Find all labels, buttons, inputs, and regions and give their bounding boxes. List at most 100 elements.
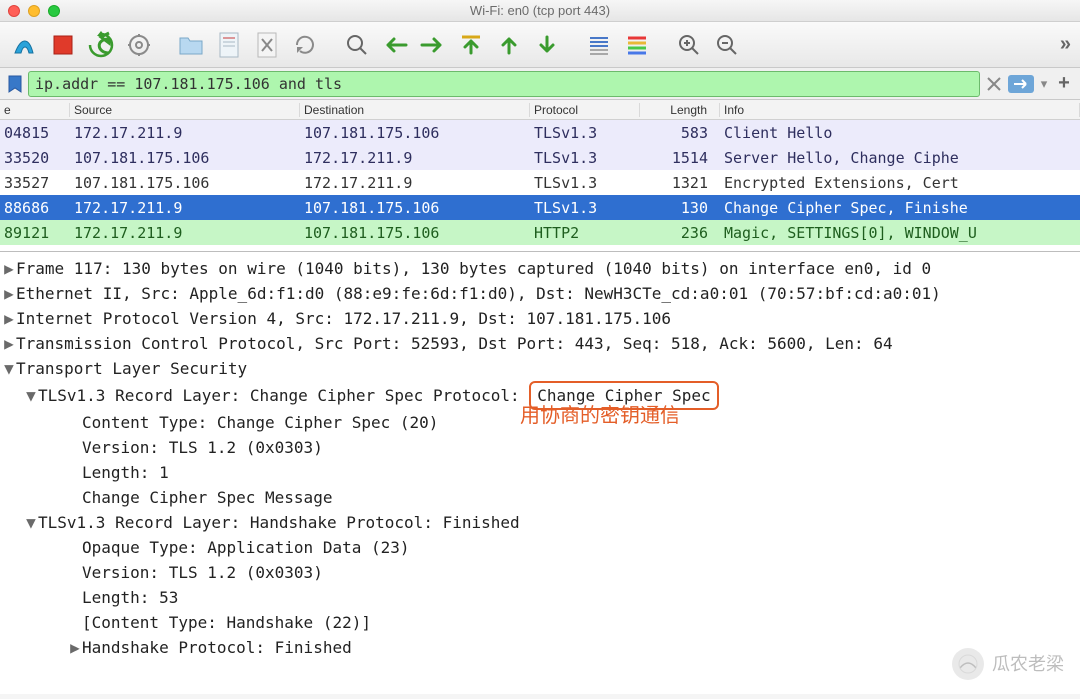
expand-down-icon[interactable]: ▼: [2, 356, 16, 381]
close-file-icon[interactable]: [250, 28, 284, 62]
reload-icon[interactable]: [288, 28, 322, 62]
cell-time: 89121: [0, 224, 70, 242]
watermark-avatar-icon: [952, 648, 984, 680]
detail-line: [Content Type: Handshake (22)]: [0, 610, 1080, 635]
col-length[interactable]: Length: [640, 103, 720, 117]
col-destination[interactable]: Destination: [300, 103, 530, 117]
zoom-out-icon[interactable]: [710, 28, 744, 62]
window-title: Wi-Fi: en0 (tcp port 443): [0, 3, 1080, 18]
detail-line[interactable]: ▼Transport Layer Security: [0, 356, 1080, 381]
detail-text: Ethernet II, Src: Apple_6d:f1:d0 (88:e9:…: [16, 281, 941, 306]
packet-list-header: e Source Destination Protocol Length Inf…: [0, 100, 1080, 120]
cell-dst: 172.17.211.9: [300, 149, 530, 167]
restart-capture-icon[interactable]: [84, 28, 118, 62]
cell-proto: TLSv1.3: [530, 174, 640, 192]
add-filter-button[interactable]: +: [1054, 72, 1074, 95]
watermark-text: 瓜农老梁: [992, 652, 1064, 677]
go-down-icon[interactable]: [530, 28, 564, 62]
expand-down-icon[interactable]: ▼: [24, 510, 38, 535]
save-file-icon[interactable]: [212, 28, 246, 62]
cell-info: Client Hello: [720, 124, 1080, 142]
open-file-icon[interactable]: [174, 28, 208, 62]
table-row[interactable]: 88686172.17.211.9107.181.175.106TLSv1.31…: [0, 195, 1080, 220]
auto-scroll-icon[interactable]: [582, 28, 616, 62]
cell-src: 172.17.211.9: [70, 224, 300, 242]
shark-fin-icon[interactable]: [8, 28, 42, 62]
detail-text: Internet Protocol Version 4, Src: 172.17…: [16, 306, 671, 331]
detail-line[interactable]: ▶Ethernet II, Src: Apple_6d:f1:d0 (88:e9…: [0, 281, 1080, 306]
detail-line[interactable]: ▶Internet Protocol Version 4, Src: 172.1…: [0, 306, 1080, 331]
cell-dst: 107.181.175.106: [300, 199, 530, 217]
detail-text: Content Type: Change Cipher Spec (20): [82, 410, 438, 435]
detail-text: Transport Layer Security: [16, 356, 247, 381]
go-up-icon[interactable]: [492, 28, 526, 62]
expand-right-icon[interactable]: ▶: [68, 635, 82, 660]
cell-len: 583: [640, 124, 720, 142]
detail-text: Version: TLS 1.2 (0x0303): [82, 435, 323, 460]
detail-text: TLSv1.3 Record Layer: Change Cipher Spec…: [38, 383, 529, 408]
table-row[interactable]: 89121172.17.211.9107.181.175.106HTTP2236…: [0, 220, 1080, 245]
cell-src: 107.181.175.106: [70, 149, 300, 167]
detail-line[interactable]: ▶Handshake Protocol: Finished: [0, 635, 1080, 660]
cell-dst: 172.17.211.9: [300, 174, 530, 192]
detail-line[interactable]: ▶Frame 117: 130 bytes on wire (1040 bits…: [0, 256, 1080, 281]
cell-src: 172.17.211.9: [70, 124, 300, 142]
table-row[interactable]: 33520107.181.175.106172.17.211.9TLSv1.31…: [0, 145, 1080, 170]
clear-filter-icon[interactable]: [984, 74, 1004, 94]
detail-line: Opaque Type: Application Data (23): [0, 535, 1080, 560]
expand-down-icon[interactable]: ▼: [24, 383, 38, 408]
table-row[interactable]: 33527107.181.175.106172.17.211.9TLSv1.31…: [0, 170, 1080, 195]
cell-proto: TLSv1.3: [530, 199, 640, 217]
col-source[interactable]: Source: [70, 103, 300, 117]
annotation-text: 用协商的密钥通信: [520, 404, 680, 429]
options-icon[interactable]: [122, 28, 156, 62]
cell-len: 1514: [640, 149, 720, 167]
detail-text: Frame 117: 130 bytes on wire (1040 bits)…: [16, 256, 931, 281]
cell-proto: HTTP2: [530, 224, 640, 242]
detail-text: Length: 1: [82, 460, 169, 485]
cell-dst: 107.181.175.106: [300, 124, 530, 142]
cell-info: Encrypted Extensions, Cert: [720, 174, 1080, 192]
detail-line: Length: 1: [0, 460, 1080, 485]
cell-src: 172.17.211.9: [70, 199, 300, 217]
toolbar-overflow-icon[interactable]: »: [1060, 33, 1072, 56]
titlebar: Wi-Fi: en0 (tcp port 443): [0, 0, 1080, 22]
cell-time: 04815: [0, 124, 70, 142]
detail-text: Handshake Protocol: Finished: [82, 635, 352, 660]
table-row[interactable]: 04815172.17.211.9107.181.175.106TLSv1.35…: [0, 120, 1080, 145]
expand-right-icon[interactable]: ▶: [2, 281, 16, 306]
filter-dropdown-icon[interactable]: ▾: [1038, 76, 1050, 92]
detail-line[interactable]: ▶Transmission Control Protocol, Src Port…: [0, 331, 1080, 356]
detail-text: Opaque Type: Application Data (23): [82, 535, 410, 560]
find-icon[interactable]: [340, 28, 374, 62]
cell-src: 107.181.175.106: [70, 174, 300, 192]
display-filter-input[interactable]: [28, 71, 980, 97]
detail-line[interactable]: ▼TLSv1.3 Record Layer: Handshake Protoco…: [0, 510, 1080, 535]
main-toolbar: »: [0, 22, 1080, 68]
stop-capture-icon[interactable]: [46, 28, 80, 62]
zoom-in-icon[interactable]: [672, 28, 706, 62]
expand-right-icon[interactable]: ▶: [2, 306, 16, 331]
watermark: 瓜农老梁: [952, 648, 1064, 680]
cell-info: Server Hello, Change Ciphe: [720, 149, 1080, 167]
detail-text: Length: 53: [82, 585, 178, 610]
go-forward-icon[interactable]: [416, 28, 450, 62]
go-first-icon[interactable]: [454, 28, 488, 62]
detail-text: TLSv1.3 Record Layer: Handshake Protocol…: [38, 510, 520, 535]
col-info[interactable]: Info: [720, 103, 1080, 117]
cell-proto: TLSv1.3: [530, 149, 640, 167]
col-protocol[interactable]: Protocol: [530, 103, 640, 117]
detail-text: [Content Type: Handshake (22)]: [82, 610, 371, 635]
cell-dst: 107.181.175.106: [300, 224, 530, 242]
bookmark-icon[interactable]: [6, 75, 24, 93]
col-time[interactable]: e: [0, 103, 70, 117]
apply-filter-icon[interactable]: [1008, 75, 1034, 93]
detail-line: Change Cipher Spec Message: [0, 485, 1080, 510]
expand-right-icon[interactable]: ▶: [2, 331, 16, 356]
go-back-icon[interactable]: [378, 28, 412, 62]
cell-time: 33520: [0, 149, 70, 167]
filter-bar: ▾ +: [0, 68, 1080, 100]
colorize-icon[interactable]: [620, 28, 654, 62]
packet-details: ▶Frame 117: 130 bytes on wire (1040 bits…: [0, 252, 1080, 694]
expand-right-icon[interactable]: ▶: [2, 256, 16, 281]
